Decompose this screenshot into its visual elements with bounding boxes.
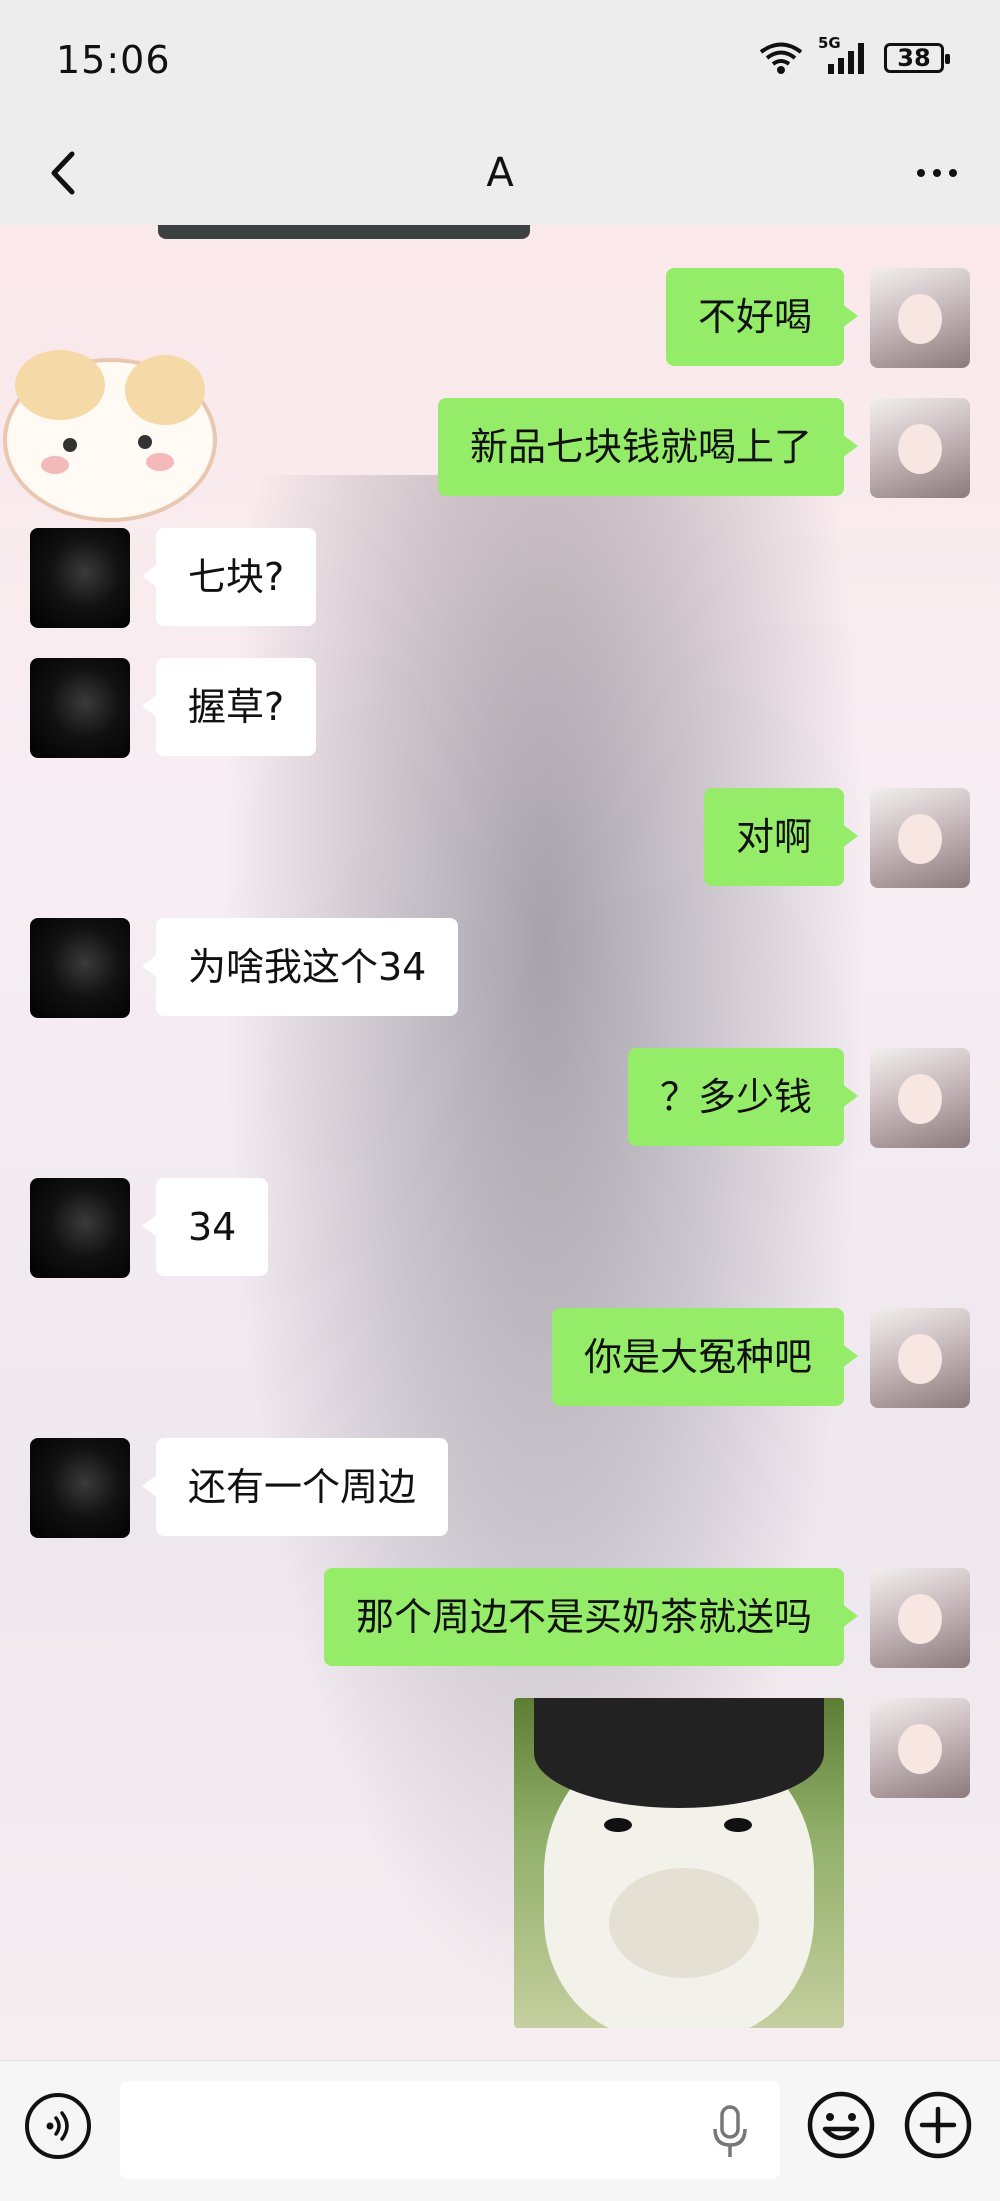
message-row: 握草?	[30, 658, 317, 758]
sticker-eye	[604, 1818, 632, 1832]
message-row: ？多少钱	[627, 1048, 970, 1148]
my-message-bubble[interactable]: ？多少钱	[627, 1048, 859, 1146]
contact-avatar[interactable]	[30, 528, 130, 628]
my-message-bubble[interactable]: 新品七块钱就喝上了	[437, 398, 859, 496]
my-avatar[interactable]	[870, 268, 970, 368]
message-row: 新品七块钱就喝上了	[437, 398, 970, 498]
contact-message-bubble[interactable]: 34	[141, 1178, 269, 1276]
contact-avatar[interactable]	[30, 1438, 130, 1538]
voice-icon	[46, 2111, 69, 2141]
contact-avatar[interactable]	[30, 1178, 130, 1278]
mic-icon[interactable]	[710, 2105, 750, 2159]
status-icons: 5G 38	[758, 34, 950, 78]
contact-message-bubble[interactable]: 七块?	[141, 528, 317, 626]
wallpaper-fragment	[158, 225, 530, 239]
message-row: 七块?	[30, 528, 317, 628]
battery-icon: 38	[884, 43, 950, 73]
contact-message-bubble[interactable]: 握草?	[141, 658, 317, 756]
contact-message-bubble[interactable]: 为啥我这个34	[141, 918, 459, 1016]
sticker-image[interactable]	[514, 1698, 844, 2028]
sticker-hair	[534, 1698, 824, 1808]
message-row	[514, 1698, 970, 2028]
status-time: 15:06	[56, 38, 171, 82]
my-message-bubble[interactable]: 对啊	[703, 788, 859, 886]
signal-icon: 5G	[818, 34, 870, 76]
contact-avatar[interactable]	[30, 918, 130, 1018]
chat-area[interactable]: 不好喝 新品七块钱就喝上了 七块? 握草? 对啊 为啥我这个34 ？多少钱 34…	[0, 225, 1000, 2060]
chat-title: A	[486, 150, 514, 196]
contact-avatar[interactable]	[30, 658, 130, 758]
my-message-bubble[interactable]: 你是大冤种吧	[551, 1308, 859, 1406]
message-row: 那个周边不是买奶茶就送吗	[323, 1568, 970, 1668]
contact-message-bubble[interactable]: 还有一个周边	[141, 1438, 449, 1536]
message-row: 不好喝	[665, 268, 970, 368]
top-nav: A	[0, 120, 1000, 225]
message-row: 还有一个周边	[30, 1438, 449, 1538]
status-bar: 15:06 5G 38	[0, 0, 1000, 120]
emoji-icon[interactable]	[805, 2089, 877, 2161]
my-message-bubble[interactable]: 那个周边不是买奶茶就送吗	[323, 1568, 859, 1666]
sticker-eye	[724, 1818, 752, 1832]
message-row: 你是大冤种吧	[551, 1308, 970, 1408]
my-avatar[interactable]	[870, 1048, 970, 1148]
my-avatar[interactable]	[870, 1308, 970, 1408]
battery-level: 38	[897, 44, 931, 72]
message-row: 34	[30, 1178, 269, 1278]
sticker-snout	[609, 1868, 759, 1978]
my-avatar[interactable]	[870, 1698, 970, 1798]
input-bar	[0, 2060, 1000, 2201]
message-row: 对啊	[703, 788, 970, 888]
my-message-bubble[interactable]: 不好喝	[665, 268, 859, 366]
plus-icon[interactable]	[902, 2089, 974, 2161]
message-input[interactable]	[120, 2081, 780, 2179]
voice-button[interactable]	[25, 2093, 91, 2159]
my-avatar[interactable]	[870, 788, 970, 888]
more-dots-icon	[917, 169, 925, 177]
cat-sticker-decoration	[3, 350, 217, 522]
message-row: 为啥我这个34	[30, 918, 459, 1018]
my-avatar[interactable]	[870, 398, 970, 498]
my-avatar[interactable]	[870, 1568, 970, 1668]
wifi-icon	[759, 42, 803, 74]
more-button[interactable]	[902, 138, 972, 208]
